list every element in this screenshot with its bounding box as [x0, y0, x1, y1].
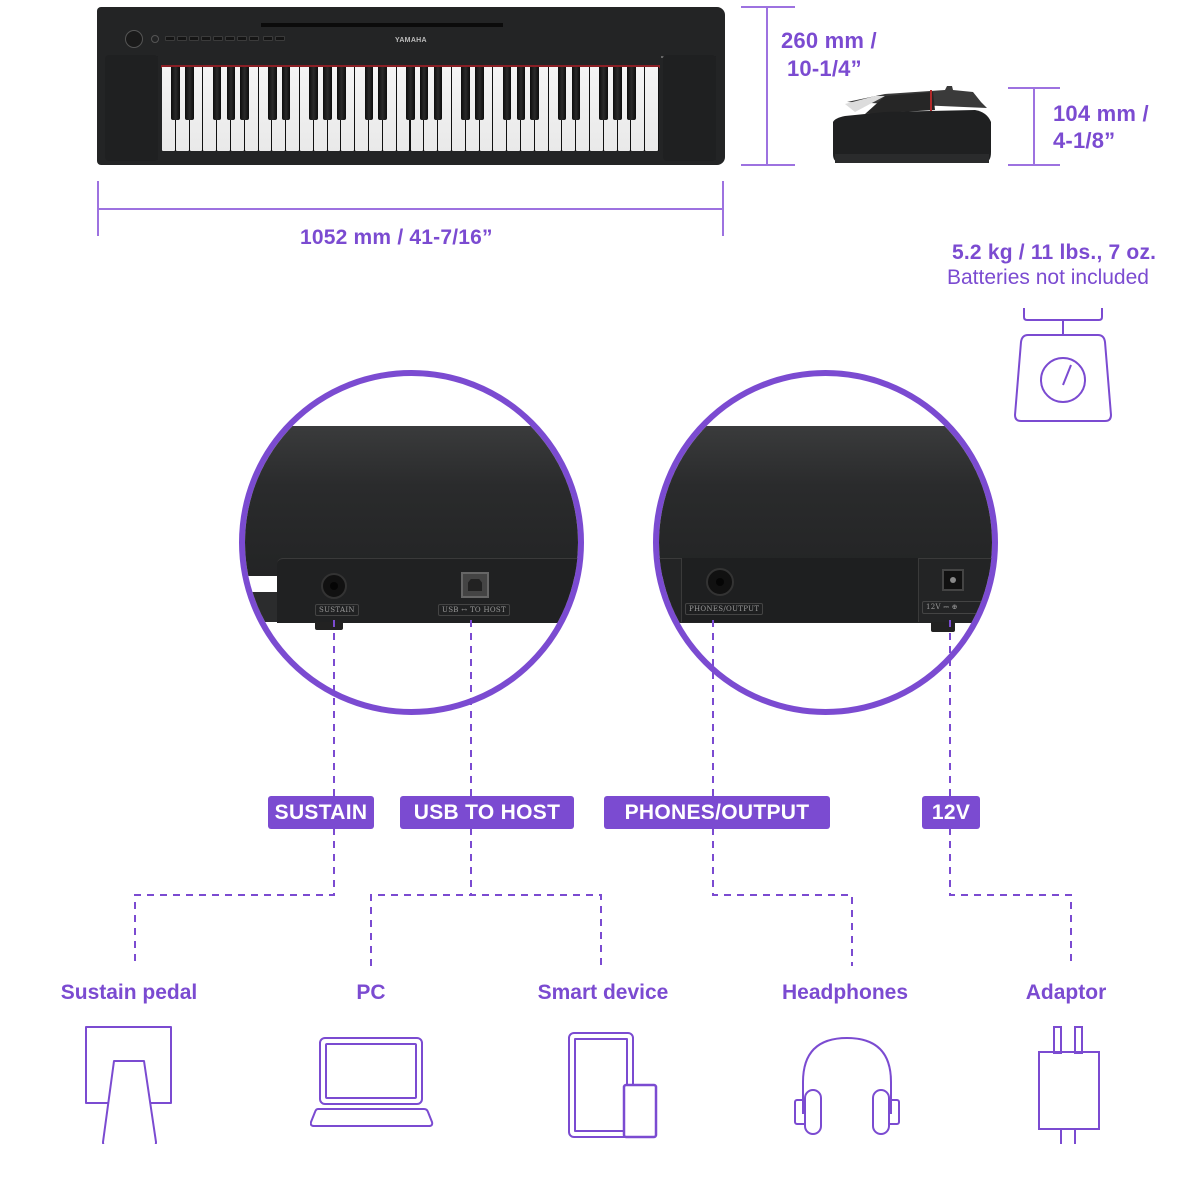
phones-port-label: PHONES/OUTPUT	[604, 796, 830, 829]
dc-connector	[949, 620, 1072, 966]
sustain-connector	[134, 620, 335, 966]
connector-lines	[134, 620, 1072, 966]
sustain-pedal-icon	[85, 1026, 172, 1144]
device-label-adaptor: Adaptor	[1025, 981, 1107, 1004]
usb-port-label: USB TO HOST	[400, 796, 574, 829]
device-label-headphones: Headphones	[781, 981, 909, 1004]
device-label-smart-device: Smart device	[537, 981, 669, 1004]
laptop-icon	[310, 1037, 434, 1127]
dc-port-label: 12V	[922, 796, 980, 829]
phones-connector	[712, 620, 853, 966]
usb-branch	[370, 894, 602, 966]
device-label-sustain-pedal: Sustain pedal	[60, 981, 198, 1004]
sustain-port-label: SUSTAIN	[268, 796, 374, 829]
power-adaptor-icon	[1038, 1026, 1100, 1144]
headphones-icon	[794, 1037, 900, 1135]
device-label-pc: PC	[356, 981, 386, 1004]
tablet-phone-icon	[568, 1032, 658, 1139]
